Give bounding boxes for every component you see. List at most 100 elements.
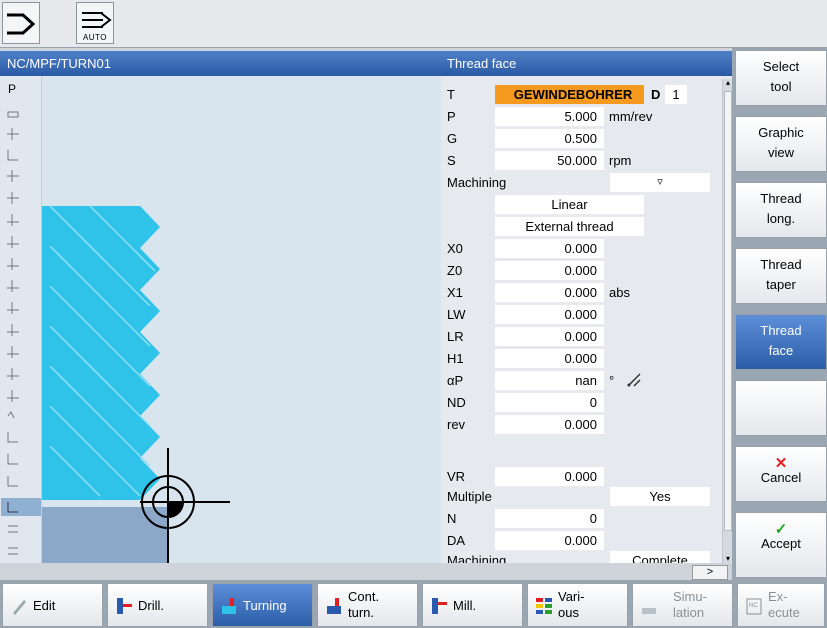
param-label: X0 <box>447 241 463 256</box>
milling-icon <box>432 598 447 614</box>
select-tool-button[interactable]: Select tool <box>735 50 827 106</box>
scroll-down-icon[interactable]: ▾ <box>724 555 732 563</box>
param-unit: rpm <box>609 153 632 168</box>
drill-icon <box>117 598 132 614</box>
form-scrollbar[interactable]: ▴ ▾ <box>722 79 732 563</box>
machining-row: Machining ▿ <box>441 172 721 192</box>
cancel-x-icon: ✕ <box>774 455 788 472</box>
linear-toggle[interactable]: Linear <box>495 195 644 214</box>
linear-row: Linear <box>441 194 721 214</box>
param-label: H1 <box>447 351 464 366</box>
param-field[interactable]: 0.500 <box>495 129 604 148</box>
param-label: LW <box>447 307 466 322</box>
param-label: Z0 <box>447 263 463 278</box>
param-row: LW 0.000 <box>441 304 721 324</box>
drill-button[interactable]: Drill. <box>107 583 208 627</box>
program-path: NC/MPF/TURN01 <box>0 51 441 76</box>
horizontal-softkey-bar: Edit Drill. Turning Cont. turn. Mill. Var… <box>0 580 827 628</box>
turning-icon <box>222 598 236 614</box>
param-row: X1 0.000 abs <box>441 282 721 302</box>
param-field[interactable]: 0.000 <box>495 305 604 324</box>
param-row: H1 0.000 <box>441 348 721 368</box>
param-row: rev 0.000 <box>441 414 721 434</box>
angle-tool-icon[interactable] <box>625 371 643 389</box>
param-unit: mm/rev <box>609 109 653 124</box>
tool-field[interactable]: GEWINDEBOHRER <box>495 85 644 104</box>
d-label: D <box>651 87 661 102</box>
thread-taper-button[interactable]: Thread taper <box>735 248 827 304</box>
status-bar <box>0 563 732 580</box>
accept-check-icon: ✓ <box>774 521 788 538</box>
param-field[interactable]: 0.000 <box>495 349 604 368</box>
param-label: αP <box>447 373 464 388</box>
vr-field[interactable]: 0.000 <box>495 467 604 486</box>
param-field[interactable]: nan <box>495 371 604 390</box>
execute-button[interactable]: NC Ex-ecute <box>737 583 825 627</box>
param-field[interactable]: 5.000 <box>495 107 604 126</box>
param-label: ND <box>447 395 466 410</box>
more-button[interactable]: > <box>692 565 728 580</box>
param-field[interactable]: 0.000 <box>495 261 604 280</box>
param-field[interactable]: 0.000 <box>495 415 604 434</box>
thread-long-button[interactable]: Thread long. <box>735 182 827 238</box>
param-label: S <box>447 153 456 168</box>
machining-dropdown[interactable]: ▿ <box>610 173 710 192</box>
cancel-button[interactable]: ✕ Cancel <box>735 446 827 502</box>
various-icon <box>536 598 552 614</box>
empty-softkey[interactable] <box>735 380 827 436</box>
parameter-form: T GEWINDEBOHRER D 1 P 5.000 mm/rev G 0.500 S 5… <box>441 76 732 563</box>
form-title: Thread face <box>441 51 732 76</box>
auto-arrow-icon <box>82 12 112 28</box>
param-label: N <box>447 511 457 526</box>
vr-label: VR <box>447 469 466 484</box>
tool-row: T GEWINDEBOHRER D 1 <box>441 84 721 104</box>
thread-face-button[interactable]: Thread face <box>735 314 827 370</box>
scroll-thumb[interactable] <box>724 91 732 531</box>
param-label: rev <box>447 417 466 432</box>
svg-text:NC: NC <box>749 603 758 609</box>
param-row: Z0 0.000 <box>441 260 721 280</box>
param-label: LR <box>447 329 464 344</box>
turning-button[interactable]: Turning <box>212 583 313 627</box>
milling-button[interactable]: Mill. <box>422 583 523 627</box>
param-field[interactable]: 50.000 <box>495 151 604 170</box>
vr-row: VR 0.000 <box>441 466 721 486</box>
machining-cut-toggle[interactable]: Complete <box>610 551 710 563</box>
nc-execute-icon: NC <box>746 598 762 615</box>
edit-button[interactable]: Edit <box>2 583 103 627</box>
simulation-icon <box>642 608 656 614</box>
accept-button[interactable]: ✓ Accept <box>735 512 827 578</box>
tool-label: T <box>447 87 455 102</box>
graphic-view-button[interactable]: Graphic view <box>735 116 827 172</box>
contour-turning-button[interactable]: Cont. turn. <box>317 583 418 627</box>
top-bar: AUTO <box>0 0 827 48</box>
param-row: S 50.000 rpm <box>441 150 721 170</box>
various-button[interactable]: Vari-ous <box>527 583 628 627</box>
machining-label: Machining <box>447 175 507 190</box>
auto-mode-label: AUTO <box>82 33 108 42</box>
pencil-icon <box>13 600 26 615</box>
auto-mode-indicator: AUTO <box>76 2 114 44</box>
param-field[interactable]: 0 <box>495 509 604 528</box>
workpiece-block <box>42 507 168 563</box>
param-row: DA 0.000 <box>441 530 721 550</box>
dropdown-arrow-icon: ▿ <box>657 176 663 188</box>
machining-cut-label: Machining <box>447 553 507 563</box>
param-label: G <box>447 131 458 146</box>
vertical-softkey-bar: Select tool Graphic view Thread long. Threa… <box>732 48 827 580</box>
simulation-button[interactable]: Simu-lation <box>632 583 733 627</box>
param-field[interactable]: 0.000 <box>495 239 604 258</box>
thread-type-row: External thread <box>441 216 721 236</box>
param-row: αP nan ° <box>441 370 721 390</box>
param-row: X0 0.000 <box>441 238 721 258</box>
param-field[interactable]: 0.000 <box>495 327 604 346</box>
scroll-up-icon[interactable]: ▴ <box>724 79 732 87</box>
multiple-toggle[interactable]: Yes <box>610 487 710 506</box>
thread-type-toggle[interactable]: External thread <box>495 217 644 236</box>
param-field[interactable]: 0.000 <box>495 531 604 550</box>
param-field[interactable]: 0.000 <box>495 283 604 302</box>
d-number-field[interactable]: 1 <box>665 85 687 104</box>
param-field[interactable]: 0 <box>495 393 604 412</box>
machining-cut-row: Machining Complete <box>441 550 721 563</box>
program-state-indicator <box>2 2 40 44</box>
